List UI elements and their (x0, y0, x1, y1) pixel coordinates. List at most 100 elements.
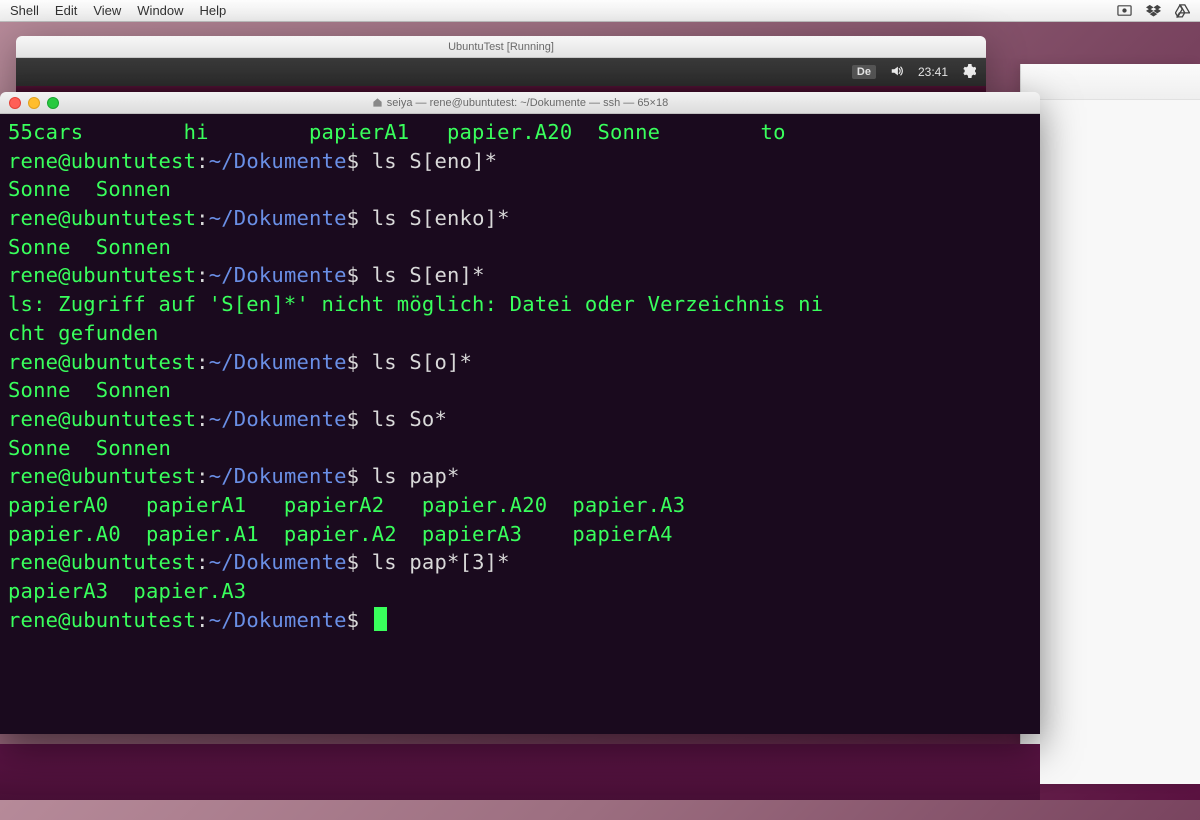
terminal-titlebar[interactable]: seiya — rene@ubuntutest: ~/Dokumente — s… (0, 92, 1040, 114)
terminal-line: rene@ubuntutest:~/Dokumente$ ls pap*[3]* (8, 548, 1032, 577)
prompt-sep: : (196, 263, 209, 287)
terminal-title: seiya — rene@ubuntutest: ~/Dokumente — s… (0, 97, 1040, 109)
prompt-sep: : (196, 608, 209, 632)
menubar-left: Shell Edit View Window Help (10, 3, 226, 18)
prompt-user: rene@ubuntutest (8, 263, 196, 287)
prompt-command: ls pap* (372, 464, 460, 488)
terminal-line: rene@ubuntutest:~/Dokumente$ ls S[en]* (8, 261, 1032, 290)
ubuntu-top-panel: De 23:41 (16, 58, 986, 86)
prompt-user: rene@ubuntutest (8, 206, 196, 230)
terminal-line: rene@ubuntutest:~/Dokumente$ ls S[eno]* (8, 147, 1032, 176)
zoom-button[interactable] (47, 97, 59, 109)
prompt-user: rene@ubuntutest (8, 608, 196, 632)
terminal-line: Sonne Sonnen (8, 376, 1032, 405)
prompt-dollar: $ (347, 550, 372, 574)
prompt-sep: : (196, 464, 209, 488)
terminal-line: cht gefunden (8, 319, 1032, 348)
prompt-path: ~/Dokumente (209, 550, 347, 574)
terminal-line: papier.A0 papier.A1 papier.A2 papierA3 p… (8, 520, 1032, 549)
clock[interactable]: 23:41 (918, 65, 948, 79)
terminal-output: ls: Zugriff auf 'S[en]*' nicht möglich: … (8, 292, 823, 316)
prompt-path: ~/Dokumente (209, 206, 347, 230)
terminal-output: papierA0 papierA1 papierA2 papier.A20 pa… (8, 493, 685, 517)
background-window (1020, 64, 1200, 784)
prompt-user: rene@ubuntutest (8, 464, 196, 488)
terminal-output: 55cars hi papierA1 papier.A20 Sonne to (8, 120, 786, 144)
keyboard-layout-indicator[interactable]: De (852, 65, 876, 79)
prompt-command: ls pap*[3]* (372, 550, 510, 574)
terminal-output: papier.A0 papier.A1 papier.A2 papierA3 p… (8, 522, 673, 546)
prompt-path: ~/Dokumente (209, 350, 347, 374)
terminal-line: Sonne Sonnen (8, 434, 1032, 463)
terminal-output: Sonne Sonnen (8, 436, 171, 460)
prompt-user: rene@ubuntutest (8, 407, 196, 431)
terminal-title-text: seiya — rene@ubuntutest: ~/Dokumente — s… (387, 97, 668, 109)
terminal-line: papierA0 papierA1 papierA2 papier.A20 pa… (8, 491, 1032, 520)
menu-edit[interactable]: Edit (55, 3, 77, 18)
prompt-sep: : (196, 350, 209, 374)
prompt-path: ~/Dokumente (209, 263, 347, 287)
macos-menubar: Shell Edit View Window Help (0, 0, 1200, 22)
virtualbox-title: UbuntuTest [Running] (448, 41, 554, 53)
volume-icon[interactable] (890, 64, 904, 81)
prompt-user: rene@ubuntutest (8, 350, 196, 374)
terminal-line: 55cars hi papierA1 papier.A20 Sonne to (8, 118, 1032, 147)
terminal-line: rene@ubuntutest:~/Dokumente$ (8, 606, 1032, 635)
prompt-dollar: $ (347, 407, 372, 431)
virtualbox-titlebar[interactable]: UbuntuTest [Running] (16, 36, 986, 58)
prompt-dollar: $ (347, 263, 372, 287)
terminal-cursor (374, 607, 387, 631)
prompt-path: ~/Dokumente (209, 608, 347, 632)
terminal-window: seiya — rene@ubuntutest: ~/Dokumente — s… (0, 92, 1040, 734)
background-window-toolbar (1021, 64, 1200, 100)
screen-record-icon[interactable] (1117, 3, 1132, 18)
prompt-dollar: $ (347, 149, 372, 173)
terminal-output: papierA3 papier.A3 (8, 579, 246, 603)
terminal-output: Sonne Sonnen (8, 378, 171, 402)
terminal-line: rene@ubuntutest:~/Dokumente$ ls pap* (8, 462, 1032, 491)
virtualbox-window: UbuntuTest [Running] De 23:41 (16, 36, 986, 92)
dropbox-icon[interactable] (1146, 3, 1161, 18)
prompt-path: ~/Dokumente (209, 464, 347, 488)
prompt-sep: : (196, 206, 209, 230)
terminal-output: cht gefunden (8, 321, 159, 345)
terminal-output: Sonne Sonnen (8, 235, 171, 259)
settings-gear-icon[interactable] (962, 64, 976, 81)
prompt-sep: : (196, 550, 209, 574)
terminal-line: ls: Zugriff auf 'S[en]*' nicht möglich: … (8, 290, 1032, 319)
terminal-line: rene@ubuntutest:~/Dokumente$ ls S[o]* (8, 348, 1032, 377)
terminal-line: rene@ubuntutest:~/Dokumente$ ls S[enko]* (8, 204, 1032, 233)
menubar-right (1117, 3, 1190, 18)
minimize-button[interactable] (28, 97, 40, 109)
menu-window[interactable]: Window (137, 3, 183, 18)
prompt-path: ~/Dokumente (209, 407, 347, 431)
prompt-user: rene@ubuntutest (8, 149, 196, 173)
menu-help[interactable]: Help (200, 3, 227, 18)
menu-view[interactable]: View (93, 3, 121, 18)
terminal-body[interactable]: 55cars hi papierA1 papier.A20 Sonne to re… (0, 114, 1040, 734)
prompt-sep: : (196, 149, 209, 173)
prompt-dollar: $ (347, 608, 372, 632)
prompt-dollar: $ (347, 206, 372, 230)
terminal-line: rene@ubuntutest:~/Dokumente$ ls So* (8, 405, 1032, 434)
background-window-body (1021, 100, 1200, 820)
google-drive-icon[interactable] (1175, 3, 1190, 18)
prompt-command: ls So* (372, 407, 447, 431)
prompt-path: ~/Dokumente (209, 149, 347, 173)
window-controls (9, 97, 59, 109)
prompt-user: rene@ubuntutest (8, 550, 196, 574)
terminal-output: Sonne Sonnen (8, 177, 171, 201)
prompt-command: ls S[o]* (372, 350, 472, 374)
home-icon (372, 97, 383, 108)
terminal-line: Sonne Sonnen (8, 175, 1032, 204)
prompt-dollar: $ (347, 350, 372, 374)
prompt-command: ls S[enko]* (372, 206, 510, 230)
prompt-command: ls S[eno]* (372, 149, 497, 173)
ubuntu-desktop-bottom (0, 744, 1040, 800)
terminal-line: Sonne Sonnen (8, 233, 1032, 262)
close-button[interactable] (9, 97, 21, 109)
menu-shell[interactable]: Shell (10, 3, 39, 18)
terminal-line: papierA3 papier.A3 (8, 577, 1032, 606)
prompt-dollar: $ (347, 464, 372, 488)
prompt-command: ls S[en]* (372, 263, 485, 287)
